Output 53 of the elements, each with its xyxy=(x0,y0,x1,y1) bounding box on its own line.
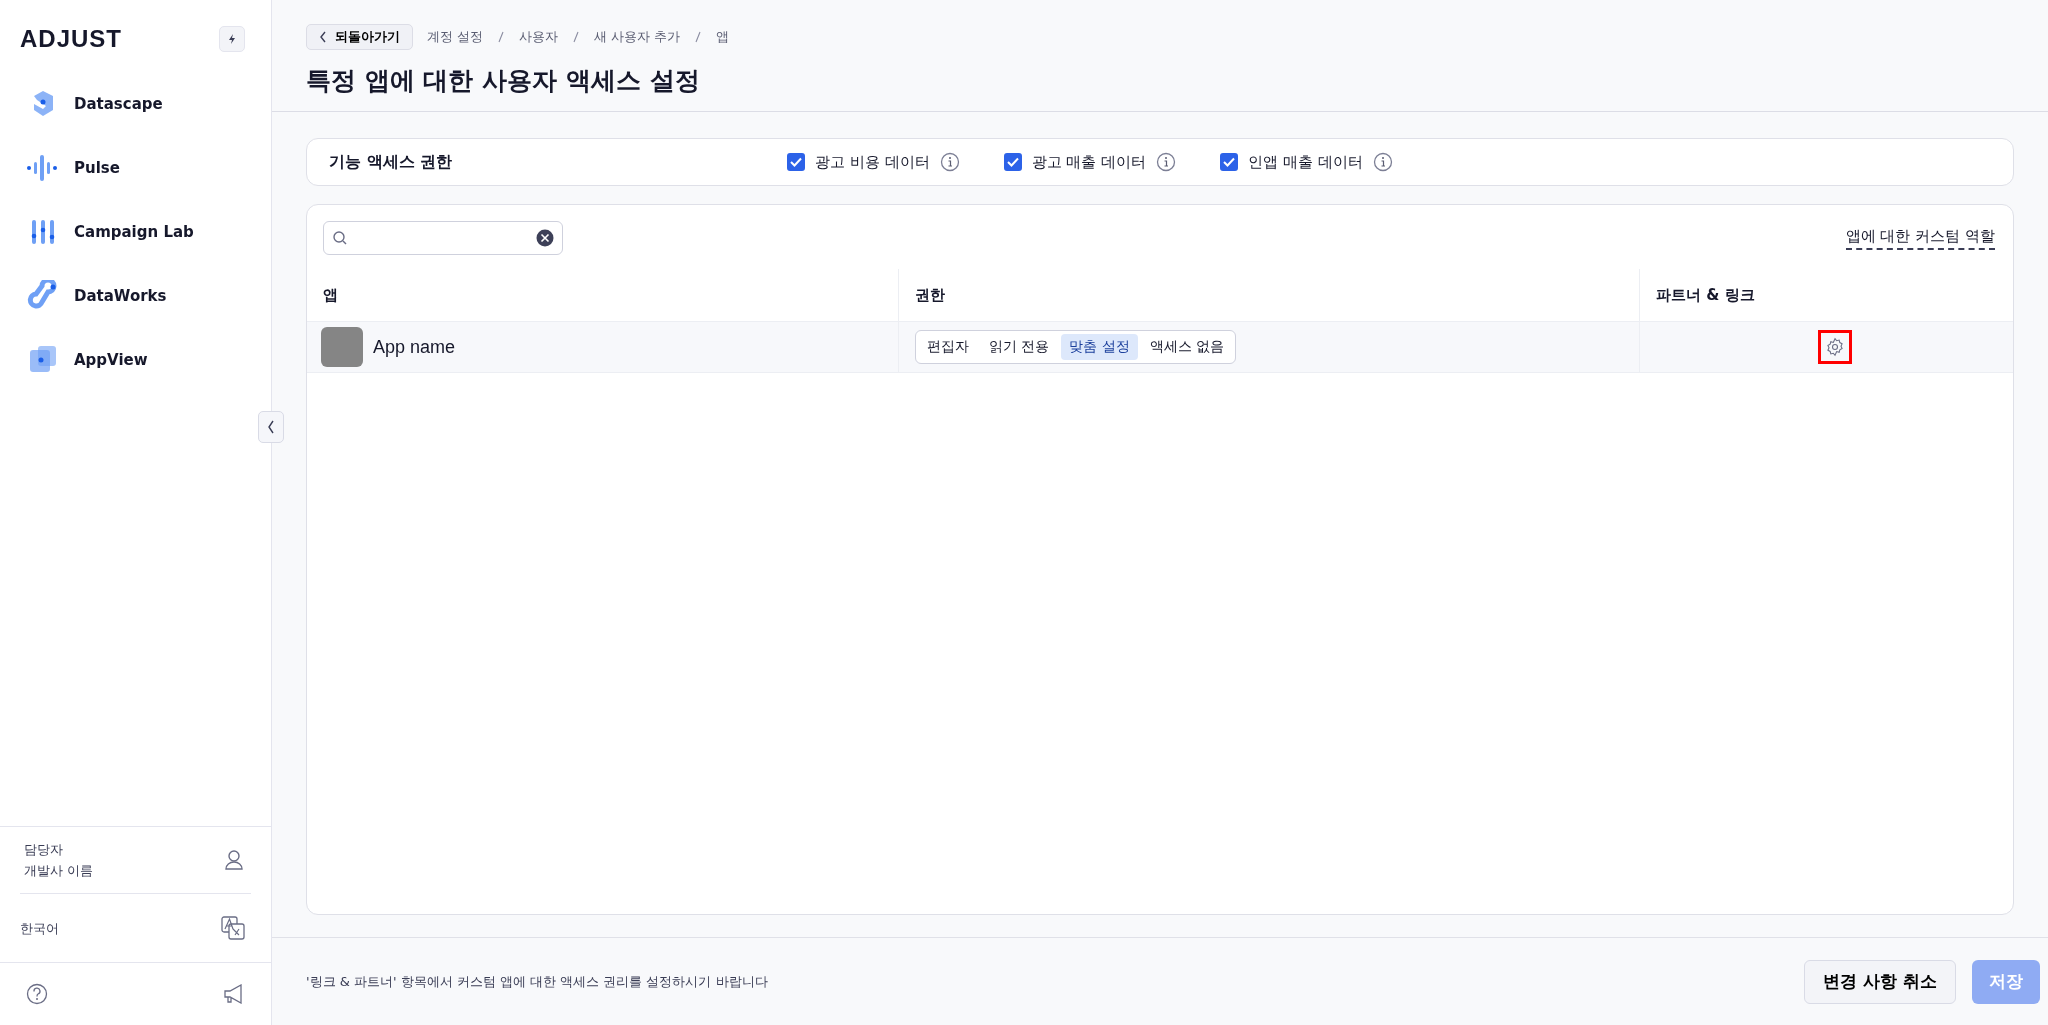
permission-option[interactable]: 맞춤 설정 xyxy=(1061,334,1138,360)
breadcrumb-separator-icon xyxy=(497,30,506,44)
permission-option[interactable]: 편집자 xyxy=(919,334,977,360)
footer-note: '링크 & 파트너' 항목에서 커스텀 앱에 대한 액세스 권리를 설정하시기 바랍니다 xyxy=(306,972,769,991)
translate-icon[interactable] xyxy=(221,916,245,940)
info-icon[interactable] xyxy=(1372,152,1393,172)
developer-name: 개발사 이름 xyxy=(24,862,94,880)
lightning-button[interactable] xyxy=(219,26,245,52)
breadcrumb-link[interactable]: 사용자 xyxy=(519,28,559,46)
nav-item[interactable]: Campaign Lab xyxy=(26,216,271,248)
nav-item[interactable]: AppView xyxy=(26,344,271,376)
breadcrumb-link[interactable]: 앱 xyxy=(716,28,730,46)
megaphone-icon[interactable] xyxy=(223,984,245,1004)
permission-option[interactable]: 액세스 없음 xyxy=(1141,334,1233,360)
search-icon xyxy=(332,230,348,246)
checkbox-label[interactable]: 광고 매출 데이터 xyxy=(1031,152,1147,172)
chevron-left-icon xyxy=(267,420,275,434)
custom-role-link[interactable]: 앱에 대한 커스텀 역할 xyxy=(1845,226,1995,250)
settings-button[interactable] xyxy=(1817,330,1852,364)
clear-icon[interactable] xyxy=(536,229,554,247)
breadcrumb-separator-icon xyxy=(572,30,581,44)
app-logo-icon xyxy=(26,152,60,184)
checkbox[interactable] xyxy=(1003,153,1022,171)
info-icon[interactable] xyxy=(939,152,960,172)
collapse-sidebar-button[interactable] xyxy=(258,411,284,443)
user-icon[interactable] xyxy=(223,849,245,871)
help-icon[interactable] xyxy=(26,983,48,1005)
permission-option[interactable]: 읽기 전용 xyxy=(981,334,1058,360)
nav-item[interactable]: Datascape xyxy=(26,88,271,120)
column-header: 앱 xyxy=(322,284,339,306)
lightning-icon xyxy=(226,33,238,45)
checkbox-label[interactable]: 광고 비용 데이터 xyxy=(815,152,930,172)
user-role: 담당자 xyxy=(24,841,64,859)
checkbox[interactable] xyxy=(787,153,805,171)
search-field[interactable] xyxy=(323,221,563,255)
breadcrumb-link[interactable]: 새 사용자 추가 xyxy=(594,28,681,46)
checkbox[interactable] xyxy=(1220,153,1239,171)
checkbox-label[interactable]: 인앱 매출 데이터 xyxy=(1248,152,1363,172)
feature-access-label: 기능 액세스 권한 xyxy=(329,151,454,173)
nav-item[interactable]: Pulse xyxy=(26,152,271,184)
adjust-logo: ADJUST xyxy=(20,25,122,53)
app-name: App name xyxy=(373,336,456,358)
chevron-left-icon xyxy=(319,31,327,43)
breadcrumb-separator-icon xyxy=(694,30,703,44)
page-title: 특정 앱에 대한 사용자 액세스 설정 xyxy=(306,65,701,97)
back-button[interactable]: 되돌아가기 xyxy=(306,24,413,50)
gear-icon xyxy=(1824,337,1845,357)
info-icon[interactable] xyxy=(1156,152,1177,172)
language-label[interactable]: 한국어 xyxy=(20,917,59,939)
app-thumbnail xyxy=(321,327,363,367)
nav-item[interactable]: DataWorks xyxy=(26,280,271,312)
cancel-button[interactable]: 변경 사항 취소 xyxy=(1804,959,1956,1004)
breadcrumb-link[interactable]: 계정 설정 xyxy=(427,28,484,46)
